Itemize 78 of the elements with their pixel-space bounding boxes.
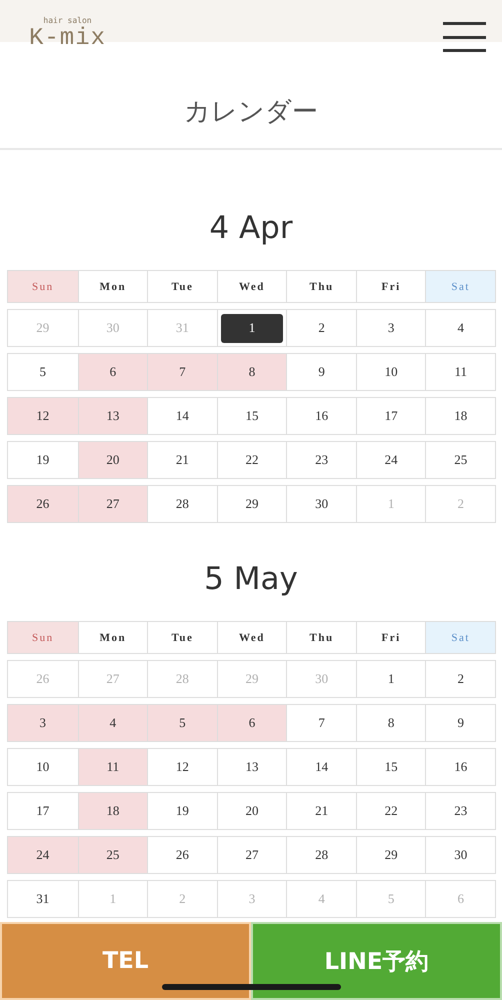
calendar-day[interactable]: 2 — [286, 310, 356, 346]
calendar-day[interactable]: 3 — [8, 705, 78, 741]
calendar-day[interactable]: 21 — [147, 442, 217, 478]
calendar-day[interactable]: 23 — [286, 442, 356, 478]
calendar-day[interactable]: 9 — [425, 705, 495, 741]
calendar-day[interactable]: 5 — [8, 354, 78, 390]
calendar-day[interactable]: 19 — [8, 442, 78, 478]
page-title: カレンダー — [183, 96, 319, 129]
calendar-day[interactable]: 22 — [356, 793, 426, 829]
calendar-day[interactable]: 6 — [78, 354, 148, 390]
calendar-day[interactable]: 26 — [8, 486, 78, 522]
calendar-day[interactable]: 23 — [425, 793, 495, 829]
month-title: 4 Apr — [208, 209, 294, 248]
calendar-day[interactable]: 30 — [425, 837, 495, 873]
weekday-header: Tue — [147, 622, 217, 653]
calendar-day[interactable]: 14 — [286, 749, 356, 785]
calendar-day[interactable]: 26 — [147, 837, 217, 873]
calendar-day[interactable]: 3 — [356, 310, 426, 346]
calendar-day[interactable]: 22 — [216, 442, 286, 478]
weekday-header: Sat — [425, 622, 495, 653]
calendar-day[interactable]: 30 — [286, 486, 356, 522]
calendar-day[interactable]: 6 — [216, 705, 286, 741]
calendar-day[interactable]: 9 — [286, 354, 356, 390]
calendar-day[interactable]: 27 — [78, 486, 148, 522]
calendar-day[interactable]: 19 — [147, 793, 217, 829]
calendar-day[interactable]: 31 — [8, 881, 78, 917]
calendar-day[interactable]: 17 — [8, 793, 78, 829]
calendar-day[interactable]: 10 — [8, 749, 78, 785]
weekday-header: Mon — [78, 271, 148, 302]
logo-caption: hair salon — [43, 16, 92, 26]
weekday-header: Sat — [425, 271, 495, 302]
calendar-day[interactable]: 14 — [147, 398, 217, 434]
calendar-day[interactable]: 4 — [78, 705, 148, 741]
calendar-day[interactable]: 10 — [356, 354, 426, 390]
calendar-day[interactable]: 13 — [216, 749, 286, 785]
calendar-day[interactable]: 20 — [216, 793, 286, 829]
calendar-day[interactable]: 21 — [286, 793, 356, 829]
calendar-day[interactable]: 18 — [78, 793, 148, 829]
menu-icon[interactable] — [443, 22, 486, 52]
calendar-day[interactable]: 12 — [8, 398, 78, 434]
calendar-day[interactable]: 17 — [356, 398, 426, 434]
weekday-header: Tue — [147, 271, 217, 302]
calendar-day[interactable]: 24 — [356, 442, 426, 478]
month-title: 5 May — [203, 560, 299, 599]
calendar-day[interactable]: 16 — [286, 398, 356, 434]
calendar-day[interactable]: 29 — [216, 486, 286, 522]
weekday-header: Thu — [286, 622, 356, 653]
calendar-day[interactable]: 25 — [425, 442, 495, 478]
calendar-day[interactable]: 5 — [147, 705, 217, 741]
calendar-day[interactable]: 15 — [356, 749, 426, 785]
calendar-day[interactable]: 12 — [147, 749, 217, 785]
calendar-day[interactable]: 20 — [78, 442, 148, 478]
logo[interactable]: K-mix — [29, 26, 106, 52]
calendar-day[interactable]: 1 — [356, 661, 426, 697]
calendar-day[interactable]: 28 — [147, 486, 217, 522]
calendar-day[interactable]: 29 — [356, 837, 426, 873]
calendar-day[interactable]: 8 — [216, 354, 286, 390]
weekday-header: Sun — [8, 271, 78, 302]
weekday-header: Mon — [78, 622, 148, 653]
calendar-day[interactable]: 11 — [78, 749, 148, 785]
weekday-header: Sun — [8, 622, 78, 653]
weekday-header: Thu — [286, 271, 356, 302]
weekday-header: Wed — [216, 622, 286, 653]
calendar-day[interactable]: 4 — [425, 310, 495, 346]
calendar-day[interactable]: 8 — [356, 705, 426, 741]
calendar-day[interactable]: 18 — [425, 398, 495, 434]
calendar-day[interactable]: 13 — [78, 398, 148, 434]
calendar-day[interactable]: 7 — [286, 705, 356, 741]
weekday-header: Wed — [216, 271, 286, 302]
calendar-day[interactable]: 16 — [425, 749, 495, 785]
calendar-day[interactable]: 2 — [425, 661, 495, 697]
calendar-day[interactable]: 24 — [8, 837, 78, 873]
calendar-day[interactable]: 25 — [78, 837, 148, 873]
calendar-day[interactable]: 11 — [425, 354, 495, 390]
calendar-day[interactable]: 7 — [147, 354, 217, 390]
calendar-day[interactable]: 15 — [216, 398, 286, 434]
calendar-day[interactable]: 28 — [286, 837, 356, 873]
calendar-day[interactable]: 27 — [216, 837, 286, 873]
